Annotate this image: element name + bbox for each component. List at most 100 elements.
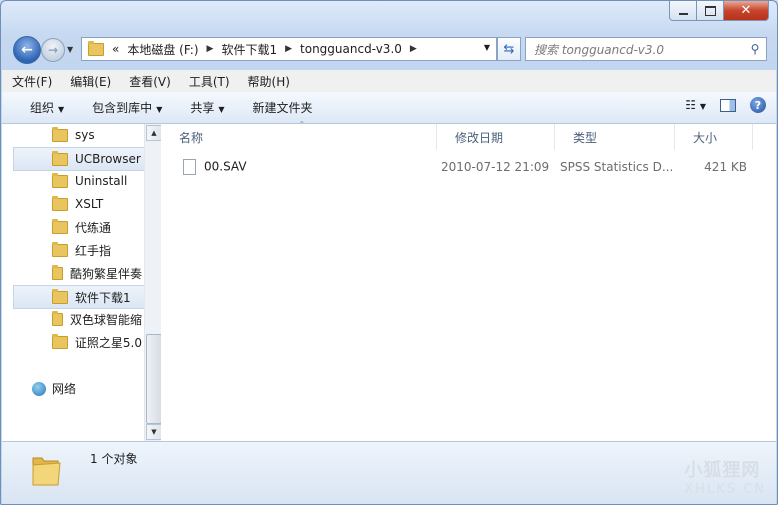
address-segment-current[interactable]: tongguancd-v3.0 <box>300 42 410 56</box>
file-modified: 2010-07-12 21:09 <box>441 160 550 174</box>
command-bar: 组织 ▼ 包含到库中 ▼ 共享 ▼ 新建文件夹 ☷ ▼ ? <box>2 92 776 124</box>
folder-icon <box>52 333 68 349</box>
search-input[interactable]: 搜索 tongguancd-v3.0 <box>526 41 744 58</box>
folder-icon <box>52 195 68 211</box>
watermark: 小狐狸网 XHLKS.CN <box>684 456 766 497</box>
arrow-left-icon: ← <box>21 42 33 58</box>
menu-help[interactable]: 帮助(H) <box>238 73 298 90</box>
chevron-down-icon: ▼ <box>58 105 65 114</box>
close-icon: ✕ <box>740 3 752 18</box>
explorer-window: ✕ ← → ▼ « 本地磁盘 (F:) ▶ 软件下载1 ▶ tongguancd… <box>0 0 778 505</box>
refresh-button[interactable]: ⇆ <box>497 37 521 61</box>
chevron-down-icon: ▼ <box>218 105 225 114</box>
tree-item-label: sys <box>75 128 95 142</box>
column-header-size[interactable]: 大小 <box>675 124 753 150</box>
tree-item-software-downloads[interactable]: 软件下载1 <box>13 285 144 309</box>
tree-item-label: 双色球智能缩 <box>69 312 142 327</box>
column-header-type[interactable]: 类型 <box>555 124 675 150</box>
scroll-up-button[interactable]: ▲ <box>146 125 162 141</box>
folder-icon <box>52 172 68 188</box>
folder-icon <box>52 288 68 304</box>
chevron-right-icon[interactable]: ▶ <box>207 44 222 54</box>
navigation-bar: ← → ▼ « 本地磁盘 (F:) ▶ 软件下载1 ▶ tongguancd-v… <box>11 36 771 64</box>
view-controls: ☷ ▼ ? <box>685 97 766 113</box>
chevron-down-icon: ▼ <box>156 105 163 114</box>
address-overflow[interactable]: « <box>112 42 127 56</box>
maximize-button[interactable] <box>697 1 724 21</box>
watermark-cn: 小狐狸网 <box>684 460 761 481</box>
folder-icon <box>52 126 68 142</box>
tree-item-shuangseqiu[interactable]: 双色球智能缩 <box>14 308 142 330</box>
refresh-icon: ⇆ <box>503 41 515 57</box>
new-folder-button[interactable]: 新建文件夹 <box>239 99 327 116</box>
tree-item-zhengzhaozhixing[interactable]: 证照之星5.0 <box>14 331 142 353</box>
share-button[interactable]: 共享 ▼ <box>176 99 238 116</box>
chevron-down-icon: ▼ <box>699 102 706 111</box>
organize-label: 组织 <box>30 101 55 115</box>
file-list: 名称 修改日期 类型 大小 00.SAV 2010-07-12 21:09 SP… <box>161 120 776 441</box>
tree-item-label: 软件下载1 <box>75 290 131 305</box>
minimize-button[interactable] <box>669 1 697 21</box>
search-box[interactable]: 搜索 tongguancd-v3.0 ⚲ <box>525 37 767 61</box>
watermark-en: XHLKS.CN <box>684 482 766 497</box>
menu-tools[interactable]: 工具(T) <box>179 73 238 90</box>
tree-item-label: XSLT <box>75 197 104 211</box>
list-view-icon: ☷ <box>685 98 697 112</box>
tree-item-label: 代练通 <box>75 220 112 235</box>
address-segment-downloads[interactable]: 软件下载1 <box>221 41 285 58</box>
item-count: 1 个对象 <box>90 452 138 466</box>
column-header-modified[interactable]: 修改日期 <box>437 124 555 150</box>
organize-button[interactable]: 组织 ▼ <box>2 99 78 116</box>
menu-bar: 文件(F) 编辑(E) 查看(V) 工具(T) 帮助(H) <box>2 70 776 93</box>
address-segment-drive[interactable]: 本地磁盘 (F:) <box>127 41 206 58</box>
scroll-down-button[interactable]: ▼ <box>146 424 162 440</box>
navigation-pane: sys UCBrowser Uninstall XSLT 代练通 红手指 酷狗繁… <box>2 124 145 441</box>
menu-edit[interactable]: 编辑(E) <box>60 73 119 90</box>
folder-icon <box>32 457 61 486</box>
include-library-button[interactable]: 包含到库中 ▼ <box>78 99 176 116</box>
tree-item-label: 证照之星5.0 <box>74 335 142 350</box>
menu-view[interactable]: 查看(V) <box>119 73 179 90</box>
arrow-right-icon: → <box>47 43 59 57</box>
details-pane: 1 个对象 小狐狸网 XHLKS.CN <box>2 441 776 504</box>
file-icon <box>183 159 196 175</box>
file-size: 421 KB <box>704 160 747 174</box>
help-icon[interactable]: ? <box>750 97 766 113</box>
folder-icon <box>52 241 68 257</box>
navigation-scrollbar[interactable]: ▲ ▼ <box>144 124 162 441</box>
file-type: SPSS Statistics D... <box>560 160 674 174</box>
tree-item-xslt[interactable]: XSLT <box>14 193 142 215</box>
maximize-icon <box>704 5 716 16</box>
preview-pane-icon[interactable] <box>720 98 736 112</box>
file-row[interactable]: 00.SAV 2010-07-12 21:09 SPSS Statistics … <box>161 156 776 178</box>
back-button[interactable]: ← <box>13 36 41 64</box>
column-header-name[interactable]: 名称 <box>161 120 437 150</box>
tree-item-label: UCBrowser <box>75 152 141 166</box>
tree-item-kugou-fanxing[interactable]: 酷狗繁星伴奏 <box>14 262 142 284</box>
tree-item-hongshouzhi[interactable]: 红手指 <box>14 239 142 261</box>
tree-item-label: 红手指 <box>75 243 112 258</box>
folder-icon <box>52 310 63 326</box>
address-history-dropdown[interactable]: ▼ <box>484 43 490 52</box>
close-button[interactable]: ✕ <box>724 1 769 21</box>
tree-item-ucbrowser[interactable]: UCBrowser <box>13 147 144 171</box>
tree-item-dailiantong[interactable]: 代练通 <box>14 216 142 238</box>
magnifier-icon[interactable]: ⚲ <box>744 42 766 56</box>
tree-item-uninstall[interactable]: Uninstall <box>14 170 142 192</box>
share-label: 共享 <box>190 101 215 115</box>
tree-item-label: Uninstall <box>75 174 128 188</box>
menu-file[interactable]: 文件(F) <box>2 73 60 90</box>
tree-item-sys[interactable]: sys <box>14 124 142 146</box>
file-name-cell: 00.SAV <box>161 159 437 175</box>
caption-buttons: ✕ <box>669 1 769 21</box>
chevron-right-icon[interactable]: ▶ <box>410 44 425 54</box>
address-bar[interactable]: « 本地磁盘 (F:) ▶ 软件下载1 ▶ tongguancd-v3.0 ▶ … <box>81 37 497 61</box>
scroll-thumb[interactable] <box>146 334 162 424</box>
forward-button[interactable]: → <box>41 38 65 62</box>
network-label: 网络 <box>52 382 77 396</box>
recent-pages-dropdown[interactable]: ▼ <box>67 45 73 54</box>
tree-item-network[interactable]: 网络 <box>32 380 76 397</box>
views-button[interactable]: ☷ ▼ <box>685 98 706 112</box>
folder-icon <box>88 40 104 56</box>
chevron-right-icon[interactable]: ▶ <box>285 44 300 54</box>
